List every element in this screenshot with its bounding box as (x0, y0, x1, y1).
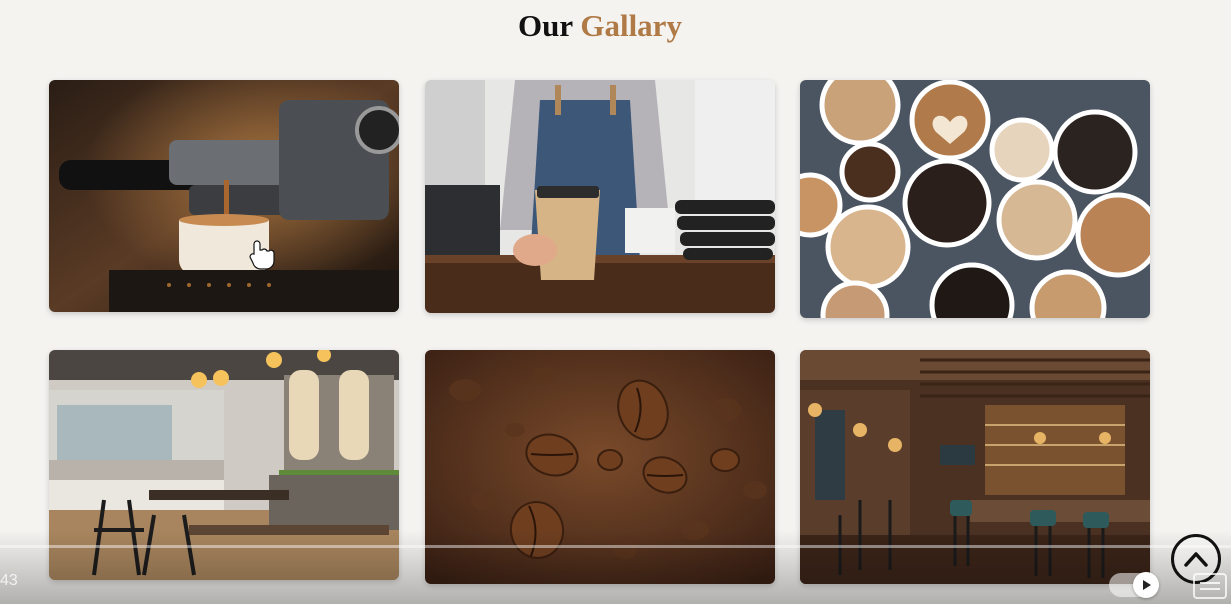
gallery-image-espresso-machine[interactable] (49, 80, 399, 312)
coffee-cups-picture (800, 80, 1150, 318)
title-accent: Gallary (580, 8, 682, 43)
play-knob (1133, 572, 1159, 598)
coffee-beans-picture (425, 350, 775, 584)
barista-picture (425, 80, 775, 313)
gallery-image-coffee-cups[interactable] (800, 80, 1150, 318)
gallery-image-barista[interactable] (425, 80, 775, 313)
gallery-image-coffee-beans[interactable] (425, 350, 775, 584)
play-icon (1143, 580, 1151, 590)
video-time-label: 43 (0, 572, 18, 589)
chevron-up-icon (1184, 552, 1208, 567)
gallery-image-bar-interior[interactable] (800, 350, 1150, 584)
autoplay-toggle[interactable] (1109, 572, 1159, 598)
page-title: Our Gallary (0, 8, 1200, 44)
espresso-machine-picture (49, 80, 399, 312)
video-seek-bar[interactable] (0, 545, 1231, 548)
captions-icon[interactable] (1193, 573, 1227, 599)
bar-interior-picture (800, 350, 1150, 584)
title-prefix: Our (518, 8, 573, 43)
